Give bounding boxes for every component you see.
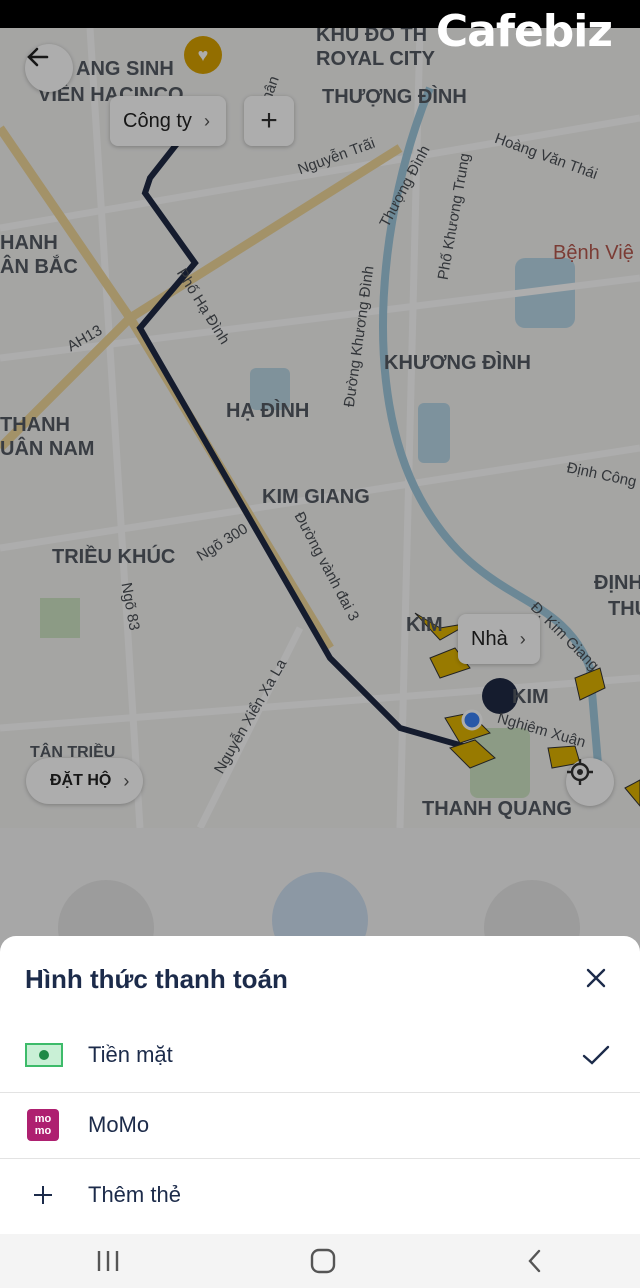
plus-icon (34, 1186, 52, 1204)
checkmark-icon (582, 1045, 610, 1065)
map-area-label: UÂN NAM (0, 438, 95, 460)
crosshair-icon (567, 759, 593, 785)
map-area-label: ANG SINH (76, 58, 174, 80)
arrow-left-icon (27, 47, 49, 67)
watermark-logo: Cafebiz (435, 6, 613, 57)
add-stop-button[interactable]: + (244, 96, 294, 146)
close-button[interactable] (578, 960, 614, 996)
payment-option-label: Thêm thẻ (88, 1182, 181, 1207)
payment-option-label: Tiền mặt (88, 1042, 173, 1067)
home-place-label: Nhà (471, 627, 508, 650)
back-button[interactable] (25, 44, 73, 92)
book-for-other-label: ĐẶT HỘ (50, 772, 112, 789)
map-area-label: HẠ ĐÌNH (226, 400, 310, 422)
book-for-other-button[interactable]: ĐẶT HỘ › (26, 758, 144, 804)
map-view[interactable]: KHU ĐÔ TH ROYAL CITY ANG SINH VIÊN HACIN… (0, 28, 640, 828)
work-place-chip[interactable]: Công ty › (110, 96, 226, 146)
map-area-label: THANH QUANG (422, 798, 572, 820)
map-area-label: KIM GIANG (262, 486, 370, 508)
hospital-label: Bệnh Việ (553, 242, 634, 264)
heart-pin-icon[interactable]: ♥ (184, 36, 222, 74)
chevron-right-icon: › (203, 110, 210, 131)
map-area-label: THANH (0, 414, 70, 436)
payment-option-momo[interactable]: mo mo MoMo (0, 1092, 640, 1158)
payment-option-label: MoMo (88, 1112, 150, 1137)
divider (0, 1158, 640, 1159)
system-nav-bar (0, 1234, 640, 1288)
vehicle-selector (0, 828, 640, 976)
recent-apps-icon[interactable] (95, 1249, 121, 1273)
map-area-label: ÂN BẮC (0, 256, 78, 278)
map-area-label: THU (608, 598, 640, 620)
cash-icon (25, 1043, 63, 1067)
momo-icon: mo mo (27, 1109, 59, 1141)
home-icon[interactable] (310, 1248, 336, 1274)
map-area-label: HANH (0, 232, 58, 254)
map-area-label: KHU ĐÔ TH (316, 28, 428, 46)
map-area-label: KHƯƠNG ĐÌNH (384, 352, 531, 374)
chevron-right-icon: › (519, 628, 526, 649)
payment-option-cash[interactable]: Tiền mặt (0, 1022, 640, 1088)
sheet-title: Hình thức thanh toán (25, 964, 288, 994)
back-icon[interactable] (525, 1248, 545, 1274)
plus-icon: + (260, 104, 278, 137)
map-area-label: KIM (406, 614, 443, 636)
map-area-label: THƯỢNG ĐÌNH (322, 86, 467, 108)
map-area-label: ĐỊNH (594, 572, 640, 594)
close-icon (586, 968, 606, 988)
work-place-label: Công ty (123, 109, 192, 132)
map-area-label: TRIỀU KHÚC (52, 546, 176, 568)
payment-option-add-card[interactable]: Thêm thẻ (0, 1162, 640, 1228)
map-area-label: KIM (512, 686, 549, 708)
payment-method-sheet: Hình thức thanh toán Tiền mặt mo mo MoMo… (0, 936, 640, 1234)
map-area-label: ROYAL CITY (316, 48, 435, 70)
my-location-button[interactable] (566, 758, 614, 806)
home-place-chip[interactable]: Nhà › (458, 614, 540, 664)
chevron-right-icon: › (123, 770, 130, 791)
